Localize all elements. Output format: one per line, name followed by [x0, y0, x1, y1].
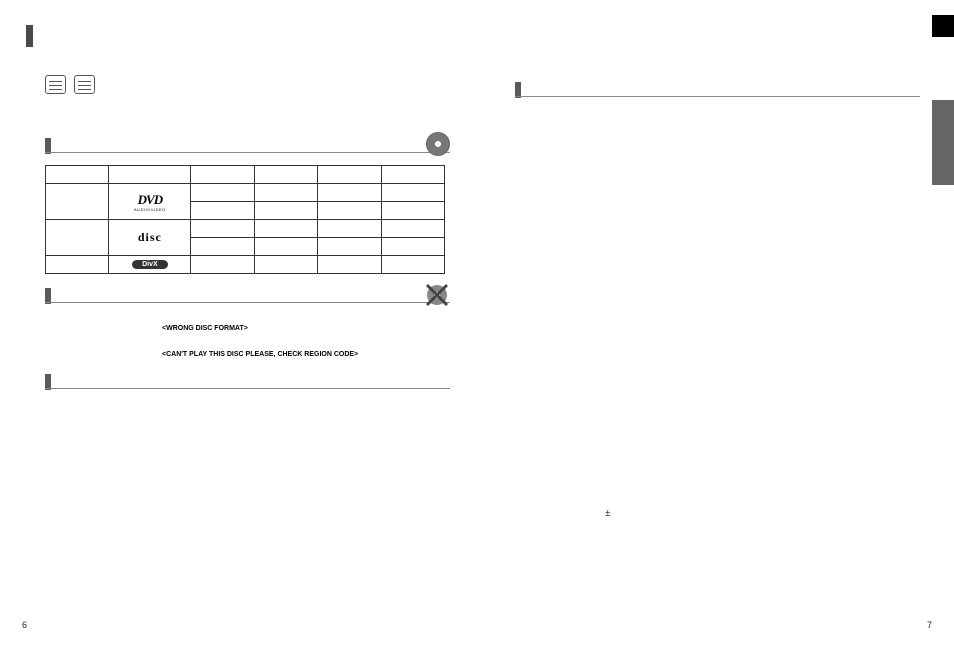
page-number-left: 6	[22, 620, 27, 630]
table-header	[109, 166, 191, 184]
table-cell	[254, 220, 317, 238]
divx-logo: DivX	[132, 260, 168, 269]
error-messages: <WRONG DISC FORMAT> <CAN'T PLAY THIS DIS…	[162, 325, 358, 378]
table-cell	[254, 256, 317, 274]
keyboard-icon	[74, 75, 95, 94]
table-cell	[318, 256, 381, 274]
table-cell	[191, 256, 254, 274]
dvd-logo-cell: DVD AUDIO/VIDEO	[109, 184, 191, 220]
table-cell	[381, 238, 444, 256]
table-row: disc	[46, 220, 445, 238]
table-row: DivX	[46, 256, 445, 274]
table-cell	[191, 238, 254, 256]
table-cell	[254, 238, 317, 256]
region-code-message: <CAN'T PLAY THIS DISC PLEASE, CHECK REGI…	[162, 351, 358, 359]
section-heading-playable	[45, 138, 450, 156]
table-cell	[191, 184, 254, 202]
table-cell	[254, 184, 317, 202]
table-cell	[46, 184, 109, 220]
table-header	[191, 166, 254, 184]
plus-minus-symbol: ±	[605, 508, 611, 519]
osd-icons	[45, 75, 95, 94]
section-heading-not-playable	[45, 288, 450, 306]
table-header	[381, 166, 444, 184]
page-number-right: 7	[927, 620, 932, 630]
table-cell	[381, 220, 444, 238]
table-cell	[318, 184, 381, 202]
table-cell	[254, 202, 317, 220]
wrong-format-message: <WRONG DISC FORMAT>	[162, 325, 358, 333]
keyboard-icon	[45, 75, 66, 94]
heading-rule	[45, 152, 450, 153]
right-page: ±	[490, 0, 940, 666]
left-page: DVD AUDIO/VIDEO disc	[20, 0, 470, 666]
table-header	[46, 166, 109, 184]
dvd-logo: DVD	[138, 192, 162, 207]
disc-icon	[426, 132, 450, 156]
section-heading-3	[45, 374, 450, 392]
compact-disc-logo: disc	[138, 230, 162, 244]
heading-rule	[45, 388, 450, 389]
table-cell	[191, 220, 254, 238]
section-heading-right	[515, 82, 920, 100]
table-header	[254, 166, 317, 184]
dvd-logo-sub: AUDIO/VIDEO	[111, 208, 188, 212]
table-cell	[46, 256, 109, 274]
table-cell	[381, 256, 444, 274]
table-cell	[318, 238, 381, 256]
table-cell	[381, 202, 444, 220]
cd-logo-cell: disc	[109, 220, 191, 256]
table-cell	[318, 202, 381, 220]
table-header-row	[46, 166, 445, 184]
no-disc-icon	[424, 282, 450, 308]
heading-rule	[45, 302, 450, 303]
table-cell	[318, 220, 381, 238]
table-header	[318, 166, 381, 184]
disc-format-table: DVD AUDIO/VIDEO disc	[45, 165, 445, 274]
table-row: DVD AUDIO/VIDEO	[46, 184, 445, 202]
table-cell	[381, 184, 444, 202]
table-cell	[46, 220, 109, 256]
divx-logo-cell: DivX	[109, 256, 191, 274]
heading-rule	[515, 96, 920, 97]
table-cell	[191, 202, 254, 220]
